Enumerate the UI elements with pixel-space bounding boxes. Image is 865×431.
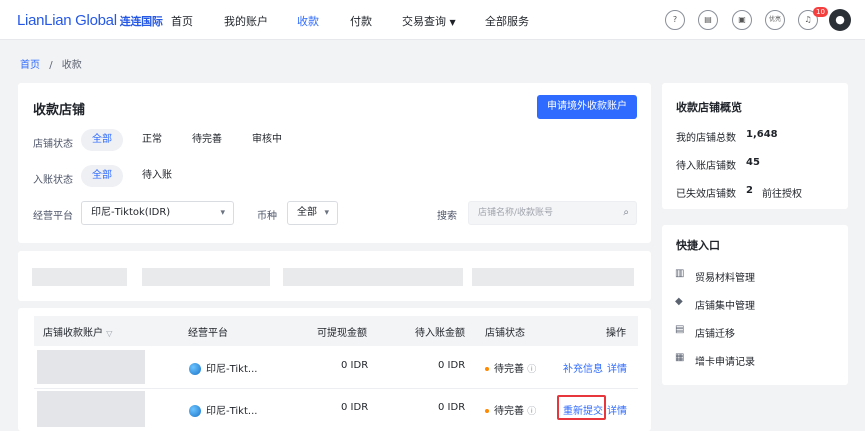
col-pending: 待入账金额 [415,328,465,339]
search-input[interactable]: 店铺名称/收款账号 ⌕ [468,201,637,225]
store-status-label: 店铺状态 [33,139,73,150]
search-label: 搜索 [437,211,457,222]
platform-label: 经营平台 [33,211,73,222]
table-row-pending: 0 IDR [438,402,466,413]
avatar[interactable]: ● [829,9,851,31]
filter-icon[interactable]: ▽ [106,329,112,338]
status-filter-normal[interactable]: 正常 [131,129,173,151]
nav-receive[interactable]: 收款 [297,13,319,29]
table-row-withdrawable: 0 IDR [341,360,369,371]
search-icon: ⌕ [623,207,629,218]
quick-card-requests[interactable]: 增卡申请记录 [695,353,755,368]
currency-label: 币种 [257,211,277,222]
col-actions: 操作 [606,328,626,339]
details-link[interactable]: 详情 [607,402,627,417]
help-icon[interactable]: ? [665,10,685,30]
table-row-platform: 印尼-Tikt... [189,402,257,417]
redacted-block [142,268,270,286]
redacted-block [32,268,127,286]
col-account: 店铺收款账户 ▽ [43,328,113,339]
info-icon[interactable]: ⓘ [527,407,536,417]
authorize-link[interactable]: 前往授权 [762,185,802,200]
globe-icon [189,363,201,375]
table-row-withdrawable: 0 IDR [341,402,369,413]
breadcrumb: 首页 / 收款 [20,60,82,71]
pending-stores-value: 45 [746,157,760,168]
status-filter-review[interactable]: 审核中 [241,129,293,151]
chevron-down-icon: ▾ [220,208,225,218]
status-badge: 待完善 ⓘ [485,360,536,375]
nav-pay[interactable]: 付款 [350,13,372,29]
col-status: 店铺状态 [485,328,525,339]
document-icon: ▦ [675,352,685,363]
status-filter-all[interactable]: 全部 [81,129,123,151]
nav-transactions[interactable]: 交易查询 ▼ [402,13,456,29]
gift-icon[interactable]: ▣ [732,10,752,30]
table-row-platform: 印尼-Tikt... [189,360,257,375]
chevron-down-icon: ▾ [324,208,329,218]
nav-my-account[interactable]: 我的账户 [224,13,268,29]
shield-icon: ◆ [675,296,683,307]
language-icon[interactable]: 优亮 [765,10,785,30]
currency-select[interactable]: 全部 ▾ [287,201,338,225]
globe-icon [189,405,201,417]
nav-home[interactable]: 首页 [171,13,193,29]
quick-access-title: 快捷入口 [676,239,720,252]
quick-store-migration[interactable]: 店铺迁移 [695,325,735,340]
book-icon: ▥ [675,268,685,279]
nav-all-services[interactable]: 全部服务 [485,13,529,29]
apply-overseas-account-button[interactable]: 申请境外收款账户 [537,95,637,119]
notification-badge: 10 [813,7,828,17]
redacted-block [472,268,634,286]
stores-title: 收款店铺 [33,103,86,118]
total-stores-label: 我的店铺总数 [676,133,736,144]
details-link[interactable]: 详情 [607,360,627,375]
entry-filter-all[interactable]: 全部 [81,165,123,187]
resubmit-highlight-box [557,395,606,420]
status-badge: 待完善 ⓘ [485,402,536,417]
pending-stores-label: 待入账店铺数 [676,161,736,172]
entry-status-label: 入账状态 [33,175,73,186]
entry-filter-pending[interactable]: 待入账 [131,165,183,187]
expired-stores-value: 2 [746,185,753,196]
redacted-account [37,350,145,384]
brand-logo[interactable]: LianLian Global 连连国际 [17,12,163,29]
platform-select[interactable]: 印尼-Tiktok(IDR) ▾ [81,201,234,225]
chevron-down-icon: ▼ [449,18,456,27]
row-divider [34,388,638,389]
quick-store-management[interactable]: 店铺集中管理 [695,297,755,312]
top-navigation-bar: LianLian Global 连连国际 首页 我的账户 收款 付款 交易查询 ▼… [0,0,865,40]
info-icon[interactable]: ⓘ [527,365,536,375]
breadcrumb-home[interactable]: 首页 [20,60,40,71]
breadcrumb-current: 收款 [61,60,82,71]
store-icon: ▤ [675,324,685,335]
calendar-icon[interactable]: ▤ [698,10,718,30]
status-filter-incomplete[interactable]: 待完善 [181,129,233,151]
redacted-block [283,268,463,286]
supplement-info-link[interactable]: 补充信息 [563,360,603,375]
expired-stores-label: 已失效店铺数 [676,189,736,200]
col-platform: 经营平台 [188,328,228,339]
quick-trade-materials[interactable]: 贸易材料管理 [695,269,755,284]
total-stores-value: 1,648 [746,129,778,140]
col-withdrawable: 可提现金额 [317,328,367,339]
redacted-account [37,391,145,427]
overview-title: 收款店铺概览 [676,101,742,114]
table-row-pending: 0 IDR [438,360,466,371]
